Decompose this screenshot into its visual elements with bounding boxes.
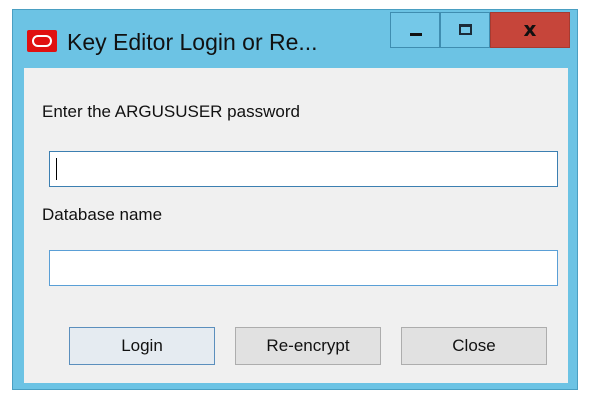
re-encrypt-button[interactable]: Re-encrypt — [235, 327, 381, 365]
close-window-button[interactable]: x — [490, 12, 570, 48]
password-label: Enter the ARGUSUSER password — [42, 102, 300, 121]
text-caret — [56, 158, 57, 180]
window-title: Key Editor Login or Re... — [67, 29, 318, 55]
dialog-window: Key Editor Login or Re... x Enter the AR… — [12, 9, 578, 390]
minimize-button[interactable] — [390, 12, 440, 48]
title-bar[interactable]: Key Editor Login or Re... x — [13, 10, 577, 68]
login-button[interactable]: Login — [69, 327, 215, 365]
dialog-body: Enter the ARGUSUSER password Database na… — [24, 68, 568, 383]
maximize-button[interactable] — [440, 12, 490, 48]
close-button[interactable]: Close — [401, 327, 547, 365]
password-input[interactable] — [49, 151, 558, 187]
maximize-icon — [459, 24, 472, 35]
database-name-input[interactable] — [49, 250, 558, 286]
database-name-label: Database name — [42, 205, 163, 224]
minimize-icon — [410, 33, 422, 36]
close-icon: x — [523, 17, 537, 41]
oracle-logo-icon — [27, 30, 57, 52]
